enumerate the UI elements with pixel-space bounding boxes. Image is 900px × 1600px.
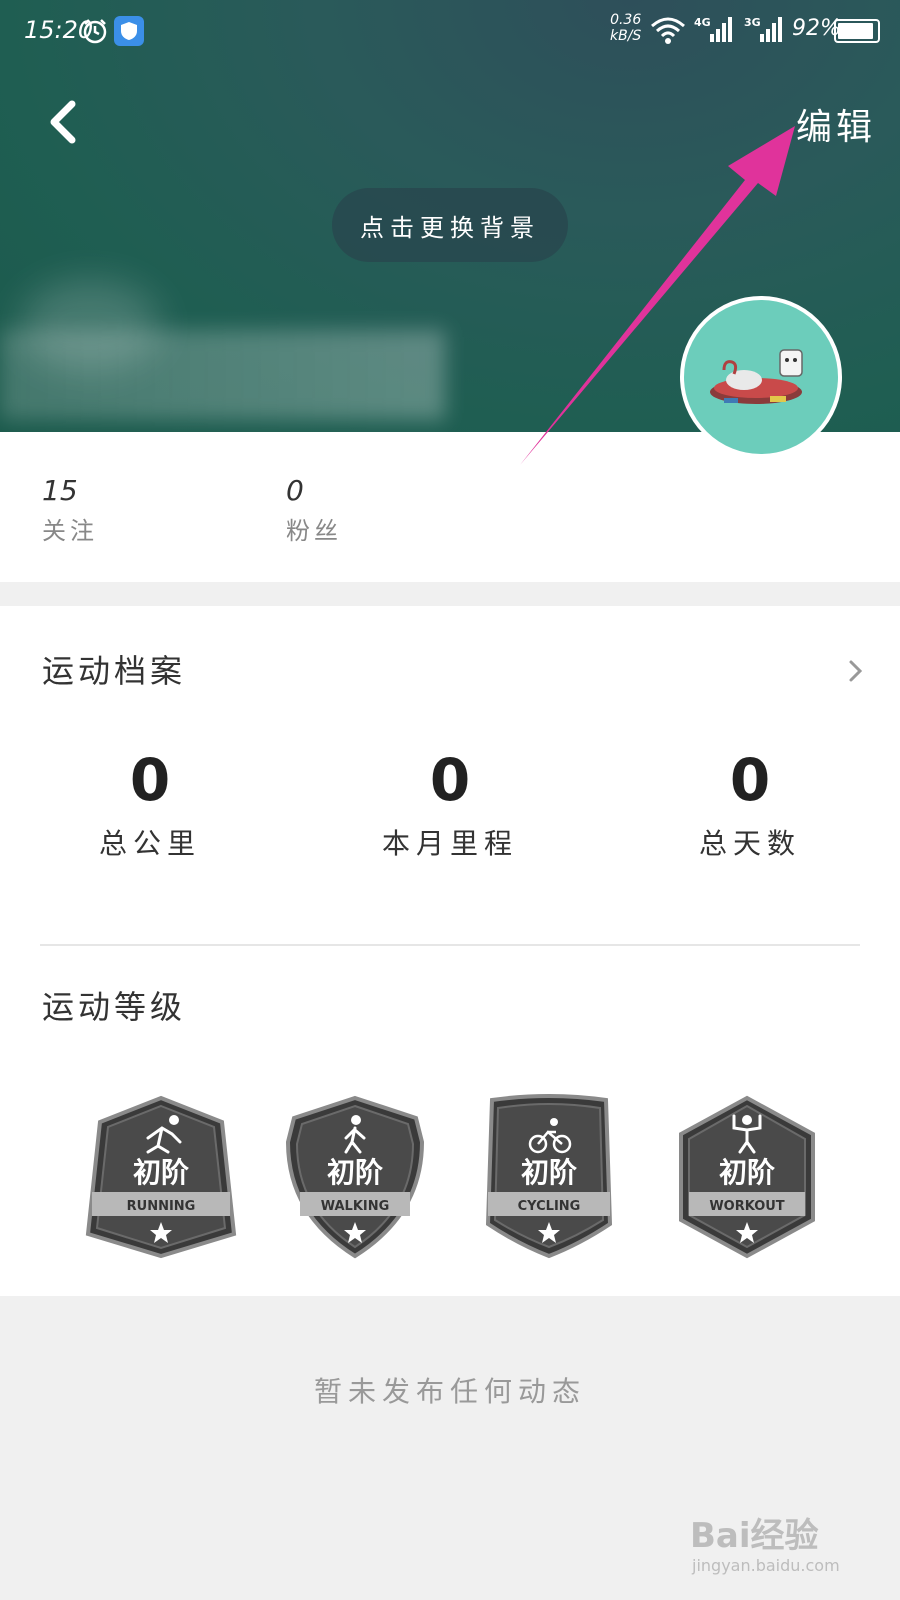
divider	[40, 944, 860, 946]
following-stat[interactable]: 15 关注	[42, 474, 98, 546]
svg-text:初阶: 初阶	[521, 1156, 577, 1189]
network-speed: 0.36 kB/S	[610, 12, 642, 44]
svg-text:4G: 4G	[694, 16, 711, 29]
cellular-signal-icon: 4G	[694, 16, 732, 42]
svg-text:WALKING: WALKING	[321, 1199, 390, 1214]
section-title-profile[interactable]: 运动档案	[42, 646, 186, 692]
badge-cycling[interactable]: 初阶 CYCLING	[470, 1094, 628, 1260]
following-count: 15	[42, 474, 78, 507]
chevron-right-icon[interactable]	[848, 658, 864, 684]
svg-text:初阶: 初阶	[719, 1156, 775, 1189]
badge-running[interactable]: 初阶 RUNNING	[82, 1094, 240, 1260]
section-title-levels: 运动等级	[42, 988, 187, 1026]
avatar[interactable]	[680, 296, 842, 458]
followers-count: 0	[286, 474, 304, 507]
baidu-watermark-logo: Bai经验	[690, 1516, 819, 1556]
svg-text:RUNNING: RUNNING	[127, 1199, 196, 1214]
alarm-icon	[83, 19, 107, 44]
change-background-button[interactable]: 点击更换背景	[332, 188, 568, 262]
background-blur-band	[0, 330, 445, 420]
wifi-icon	[651, 17, 685, 44]
metric-month-km: 0 本月里程	[381, 746, 518, 860]
following-label: 关注	[42, 517, 98, 545]
sports-profile-card: 运动档案 0 总公里 0 本月里程 0 总天数 运动等级 初阶 RUNNING …	[0, 606, 900, 1296]
security-shield-icon	[114, 16, 144, 46]
back-arrow-icon[interactable]	[42, 98, 82, 148]
metric-total-days: 0 总天数	[698, 746, 801, 860]
baidu-watermark-url: jingyan.baidu.com	[692, 1556, 840, 1575]
cellular-signal-icon: 3G	[744, 16, 782, 42]
battery-icon	[834, 19, 880, 43]
svg-text:初阶: 初阶	[327, 1156, 383, 1189]
status-bar: 15:20 0.36 kB/S 4G 3G 92%	[0, 0, 900, 62]
profile-screen: 15:20 0.36 kB/S 4G 3G 92% 编辑 点击更换背景 15 关…	[0, 0, 900, 1600]
svg-text:WORKOUT: WORKOUT	[709, 1199, 784, 1214]
avatar-illustration	[710, 349, 803, 404]
svg-text:初阶: 初阶	[133, 1156, 189, 1189]
svg-text:CYCLING: CYCLING	[518, 1199, 581, 1214]
followers-label: 粉丝	[286, 517, 342, 545]
edit-button[interactable]: 编辑	[796, 98, 876, 150]
empty-feed-message: 暂未发布任何动态	[313, 1375, 586, 1408]
svg-text:3G: 3G	[744, 16, 761, 29]
metric-total-km: 0 总公里	[98, 746, 201, 860]
badge-workout[interactable]: 初阶 WORKOUT	[668, 1094, 826, 1260]
followers-stat[interactable]: 0 粉丝	[286, 474, 342, 546]
badge-walking[interactable]: 初阶 WALKING	[276, 1094, 434, 1260]
